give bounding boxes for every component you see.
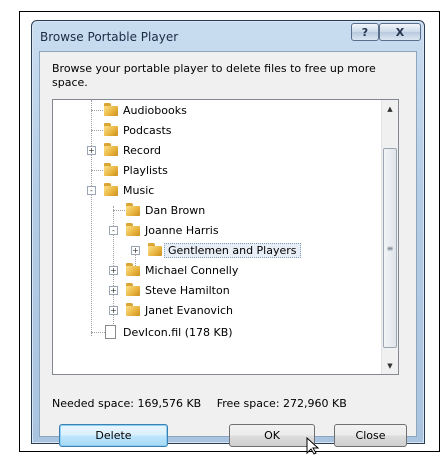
instruction-text: Browse your portable player to delete fi… bbox=[52, 62, 376, 89]
expand-icon[interactable]: + bbox=[109, 286, 118, 295]
space-info: Needed space: 169,576 KB Free space: 272… bbox=[52, 397, 359, 410]
collapse-icon[interactable]: - bbox=[109, 226, 118, 235]
delete-button[interactable]: Delete bbox=[59, 424, 168, 447]
title-bar[interactable]: Browse Portable Player ? X bbox=[32, 21, 424, 51]
dialog-body: Browse your portable player to delete fi… bbox=[39, 51, 417, 447]
tree-item-record[interactable]: Record bbox=[103, 141, 161, 159]
tree-item-audiobooks[interactable]: Audiobooks bbox=[103, 101, 187, 119]
folder-icon bbox=[103, 103, 119, 117]
tree-item-label: Audiobooks bbox=[123, 103, 187, 117]
tree-item-music[interactable]: Music bbox=[103, 181, 154, 199]
folder-icon bbox=[125, 263, 141, 277]
tree-item-label: Music bbox=[123, 183, 155, 197]
folder-tree[interactable]: Audiobooks Podcasts + Record Playlists -… bbox=[52, 99, 399, 375]
free-space-text: Free space: 272,960 KB bbox=[216, 397, 347, 410]
tree-item-label: Steve Hamilton bbox=[145, 283, 230, 297]
tree-item-steve-hamilton[interactable]: Steve Hamilton bbox=[125, 281, 230, 299]
tree-item-label: Record bbox=[123, 143, 162, 157]
folder-icon bbox=[125, 283, 141, 297]
expand-icon[interactable]: + bbox=[109, 266, 118, 275]
tree-item-label: DevIcon.fil (178 KB) bbox=[123, 325, 233, 339]
folder-icon bbox=[125, 303, 141, 317]
window-title: Browse Portable Player bbox=[40, 30, 179, 44]
expand-icon[interactable]: + bbox=[109, 306, 118, 315]
folder-icon bbox=[103, 123, 119, 137]
folder-icon bbox=[125, 223, 141, 237]
tree-item-label: Janet Evanovich bbox=[145, 303, 234, 317]
browse-portable-player-dialog: Browse Portable Player ? X Browse your p… bbox=[31, 20, 425, 447]
expand-icon[interactable]: + bbox=[87, 146, 96, 155]
tree-item-michael-connelly[interactable]: Michael Connelly bbox=[125, 261, 238, 279]
tree-item-janet-evanovich[interactable]: Janet Evanovich bbox=[125, 301, 233, 319]
tree-item-gentlemen-and-players[interactable]: Gentlemen and Players bbox=[147, 241, 301, 259]
tree-item-label: Michael Connelly bbox=[145, 263, 239, 277]
folder-icon bbox=[103, 143, 119, 157]
scroll-up-arrow-icon[interactable]: ▲ bbox=[382, 100, 398, 117]
collapse-icon[interactable]: - bbox=[87, 186, 96, 195]
tree-item-label: Playlists bbox=[123, 163, 168, 177]
help-button[interactable]: ? bbox=[351, 23, 379, 41]
close-window-button[interactable]: X bbox=[379, 23, 421, 41]
tree-item-devicon-file[interactable]: DevIcon.fil (178 KB) bbox=[103, 323, 233, 341]
ok-button[interactable]: OK bbox=[229, 424, 315, 447]
tree-item-label: Gentlemen and Players bbox=[164, 242, 301, 258]
tree-item-playlists[interactable]: Playlists bbox=[103, 161, 168, 179]
vertical-scrollbar[interactable]: ▲ ≡ ▼ bbox=[381, 100, 398, 374]
tree-guide-line bbox=[91, 100, 92, 336]
file-icon bbox=[105, 325, 116, 339]
scroll-down-arrow-icon[interactable]: ▼ bbox=[382, 357, 398, 374]
tree-content: Audiobooks Podcasts + Record Playlists -… bbox=[53, 100, 381, 374]
scrollbar-thumb[interactable]: ≡ bbox=[383, 148, 397, 348]
tree-item-joanne-harris[interactable]: Joanne Harris bbox=[125, 221, 219, 239]
mouse-pointer-icon bbox=[306, 437, 320, 455]
tree-item-label: Joanne Harris bbox=[145, 223, 219, 237]
folder-icon bbox=[103, 183, 119, 197]
tree-item-podcasts[interactable]: Podcasts bbox=[103, 121, 172, 139]
tree-item-dan-brown[interactable]: Dan Brown bbox=[125, 201, 205, 219]
folder-icon bbox=[103, 163, 119, 177]
tree-item-label: Dan Brown bbox=[145, 203, 206, 217]
expand-icon[interactable]: + bbox=[131, 246, 140, 255]
needed-space-text: Needed space: 169,576 KB bbox=[52, 397, 202, 410]
folder-icon bbox=[125, 203, 141, 217]
close-button[interactable]: Close bbox=[334, 424, 407, 447]
folder-icon bbox=[147, 243, 163, 257]
tree-item-label: Podcasts bbox=[123, 123, 172, 137]
